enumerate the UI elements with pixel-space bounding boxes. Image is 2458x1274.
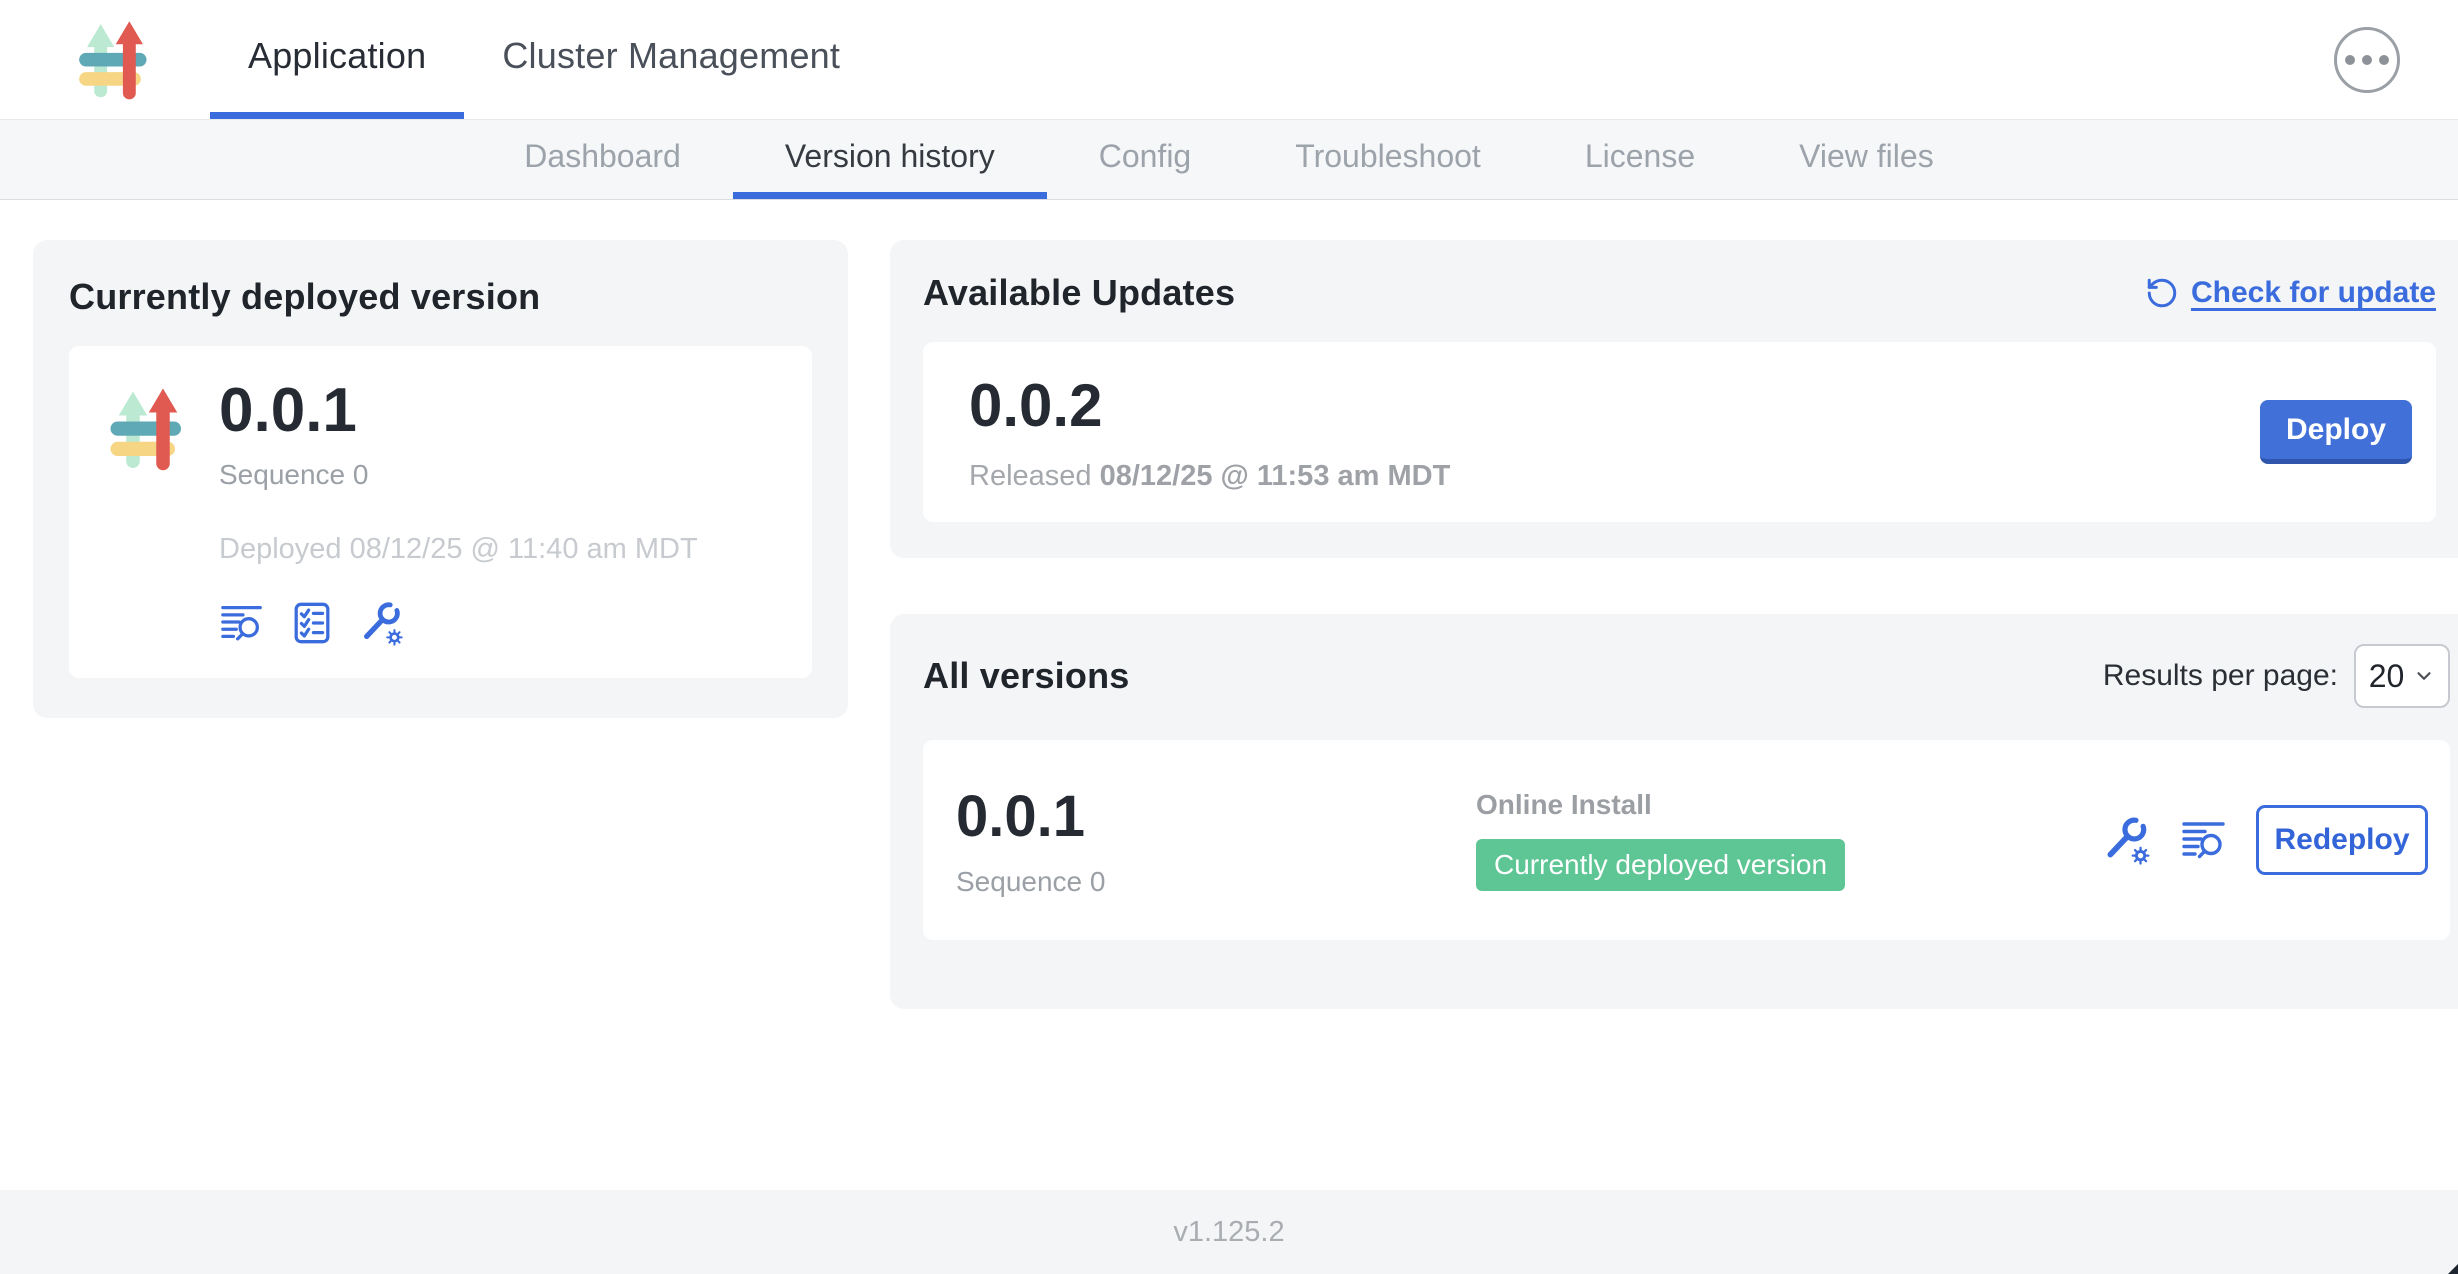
version-row-status: Online Install Currently deployed versio… [1476,789,2102,891]
release-notes-icon[interactable] [219,600,265,646]
corner-artifact [2448,1264,2458,1274]
currently-deployed-column: Currently deployed version 0.0.1 Sequenc… [33,240,848,718]
currently-deployed-version-card: 0.0.1 Sequence 0 Deployed 08/12/25 @ 11:… [69,346,812,678]
current-version-number: 0.0.1 [219,378,698,443]
check-for-update-label: Check for update [2191,276,2436,310]
currently-deployed-badge: Currently deployed version [1476,839,1845,891]
ellipsis-icon [2345,55,2355,65]
all-versions-header: All versions Results per page: 20 [923,644,2450,708]
deploy-button[interactable]: Deploy [2260,400,2412,464]
release-notes-icon[interactable] [2180,816,2228,864]
subnav-view-files[interactable]: View files [1747,120,1986,199]
config-wrench-icon[interactable] [359,600,405,646]
available-updates-header: Available Updates Check for update [923,272,2436,314]
subnav-version-history[interactable]: Version history [733,120,1047,199]
currently-deployed-card: Currently deployed version 0.0.1 Sequenc… [33,240,848,718]
available-updates-card: Available Updates Check for update 0.0.2… [890,240,2458,558]
version-row: 0.0.1 Sequence 0 Online Install Currentl… [923,740,2450,940]
current-version-deployed-date: Deployed 08/12/25 @ 11:40 am MDT [219,533,698,566]
install-type-label: Online Install [1476,789,2102,821]
version-row-number: 0.0.1 [956,783,1476,850]
main-content: Currently deployed version 0.0.1 Sequenc… [0,200,2458,1190]
check-for-update-link[interactable]: Check for update [2145,276,2436,310]
results-per-page-select[interactable]: 20 [2354,644,2450,708]
currently-deployed-title: Currently deployed version [69,276,812,318]
primary-tabs: Application Cluster Management [210,0,878,119]
results-per-page-value: 20 [2369,658,2405,695]
versions-column: Available Updates Check for update 0.0.2… [890,240,2458,1009]
ellipsis-menu-button[interactable] [2334,27,2400,93]
subnav-config[interactable]: Config [1047,120,1244,199]
subnav-troubleshoot[interactable]: Troubleshoot [1243,120,1533,199]
tab-application[interactable]: Application [210,0,464,119]
app-subnav: Dashboard Version history Config Trouble… [0,120,2458,200]
version-row-sequence: Sequence 0 [956,866,1476,898]
current-version-info: 0.0.1 Sequence 0 Deployed 08/12/25 @ 11:… [219,378,698,646]
preflight-checks-icon[interactable] [289,600,335,646]
console-footer: v1.125.2 [0,1190,2458,1274]
version-row-info: 0.0.1 Sequence 0 [956,783,1476,898]
top-bar: Application Cluster Management [0,0,2458,120]
results-per-page: Results per page: 20 [2103,644,2450,708]
current-version-sequence: Sequence 0 [219,459,698,491]
subnav-license[interactable]: License [1533,120,1747,199]
subnav-dashboard[interactable]: Dashboard [472,120,733,199]
all-versions-card: All versions Results per page: 20 0.0 [890,614,2458,1009]
update-released-date: Released 08/12/25 @ 11:53 am MDT [969,460,1450,493]
available-update-row: 0.0.2 Released 08/12/25 @ 11:53 am MDT D… [923,342,2436,522]
version-row-actions: Redeploy [2102,805,2428,875]
results-per-page-label: Results per page: [2103,659,2338,693]
update-version-number: 0.0.2 [969,371,1450,440]
app-logo-icon [103,384,193,474]
current-version-actions [219,600,698,646]
app-logo-icon [72,17,158,103]
available-updates-title: Available Updates [923,272,1235,314]
refresh-icon [2145,276,2179,310]
tab-cluster-management[interactable]: Cluster Management [464,0,878,119]
config-wrench-icon[interactable] [2102,815,2152,865]
admin-console-page: Application Cluster Management Dashboard… [0,0,2458,1274]
redeploy-button[interactable]: Redeploy [2256,805,2428,875]
update-info: 0.0.2 Released 08/12/25 @ 11:53 am MDT [969,371,1450,493]
chevron-down-icon [2413,665,2435,687]
console-version: v1.125.2 [1173,1216,1284,1249]
all-versions-title: All versions [923,655,1129,697]
